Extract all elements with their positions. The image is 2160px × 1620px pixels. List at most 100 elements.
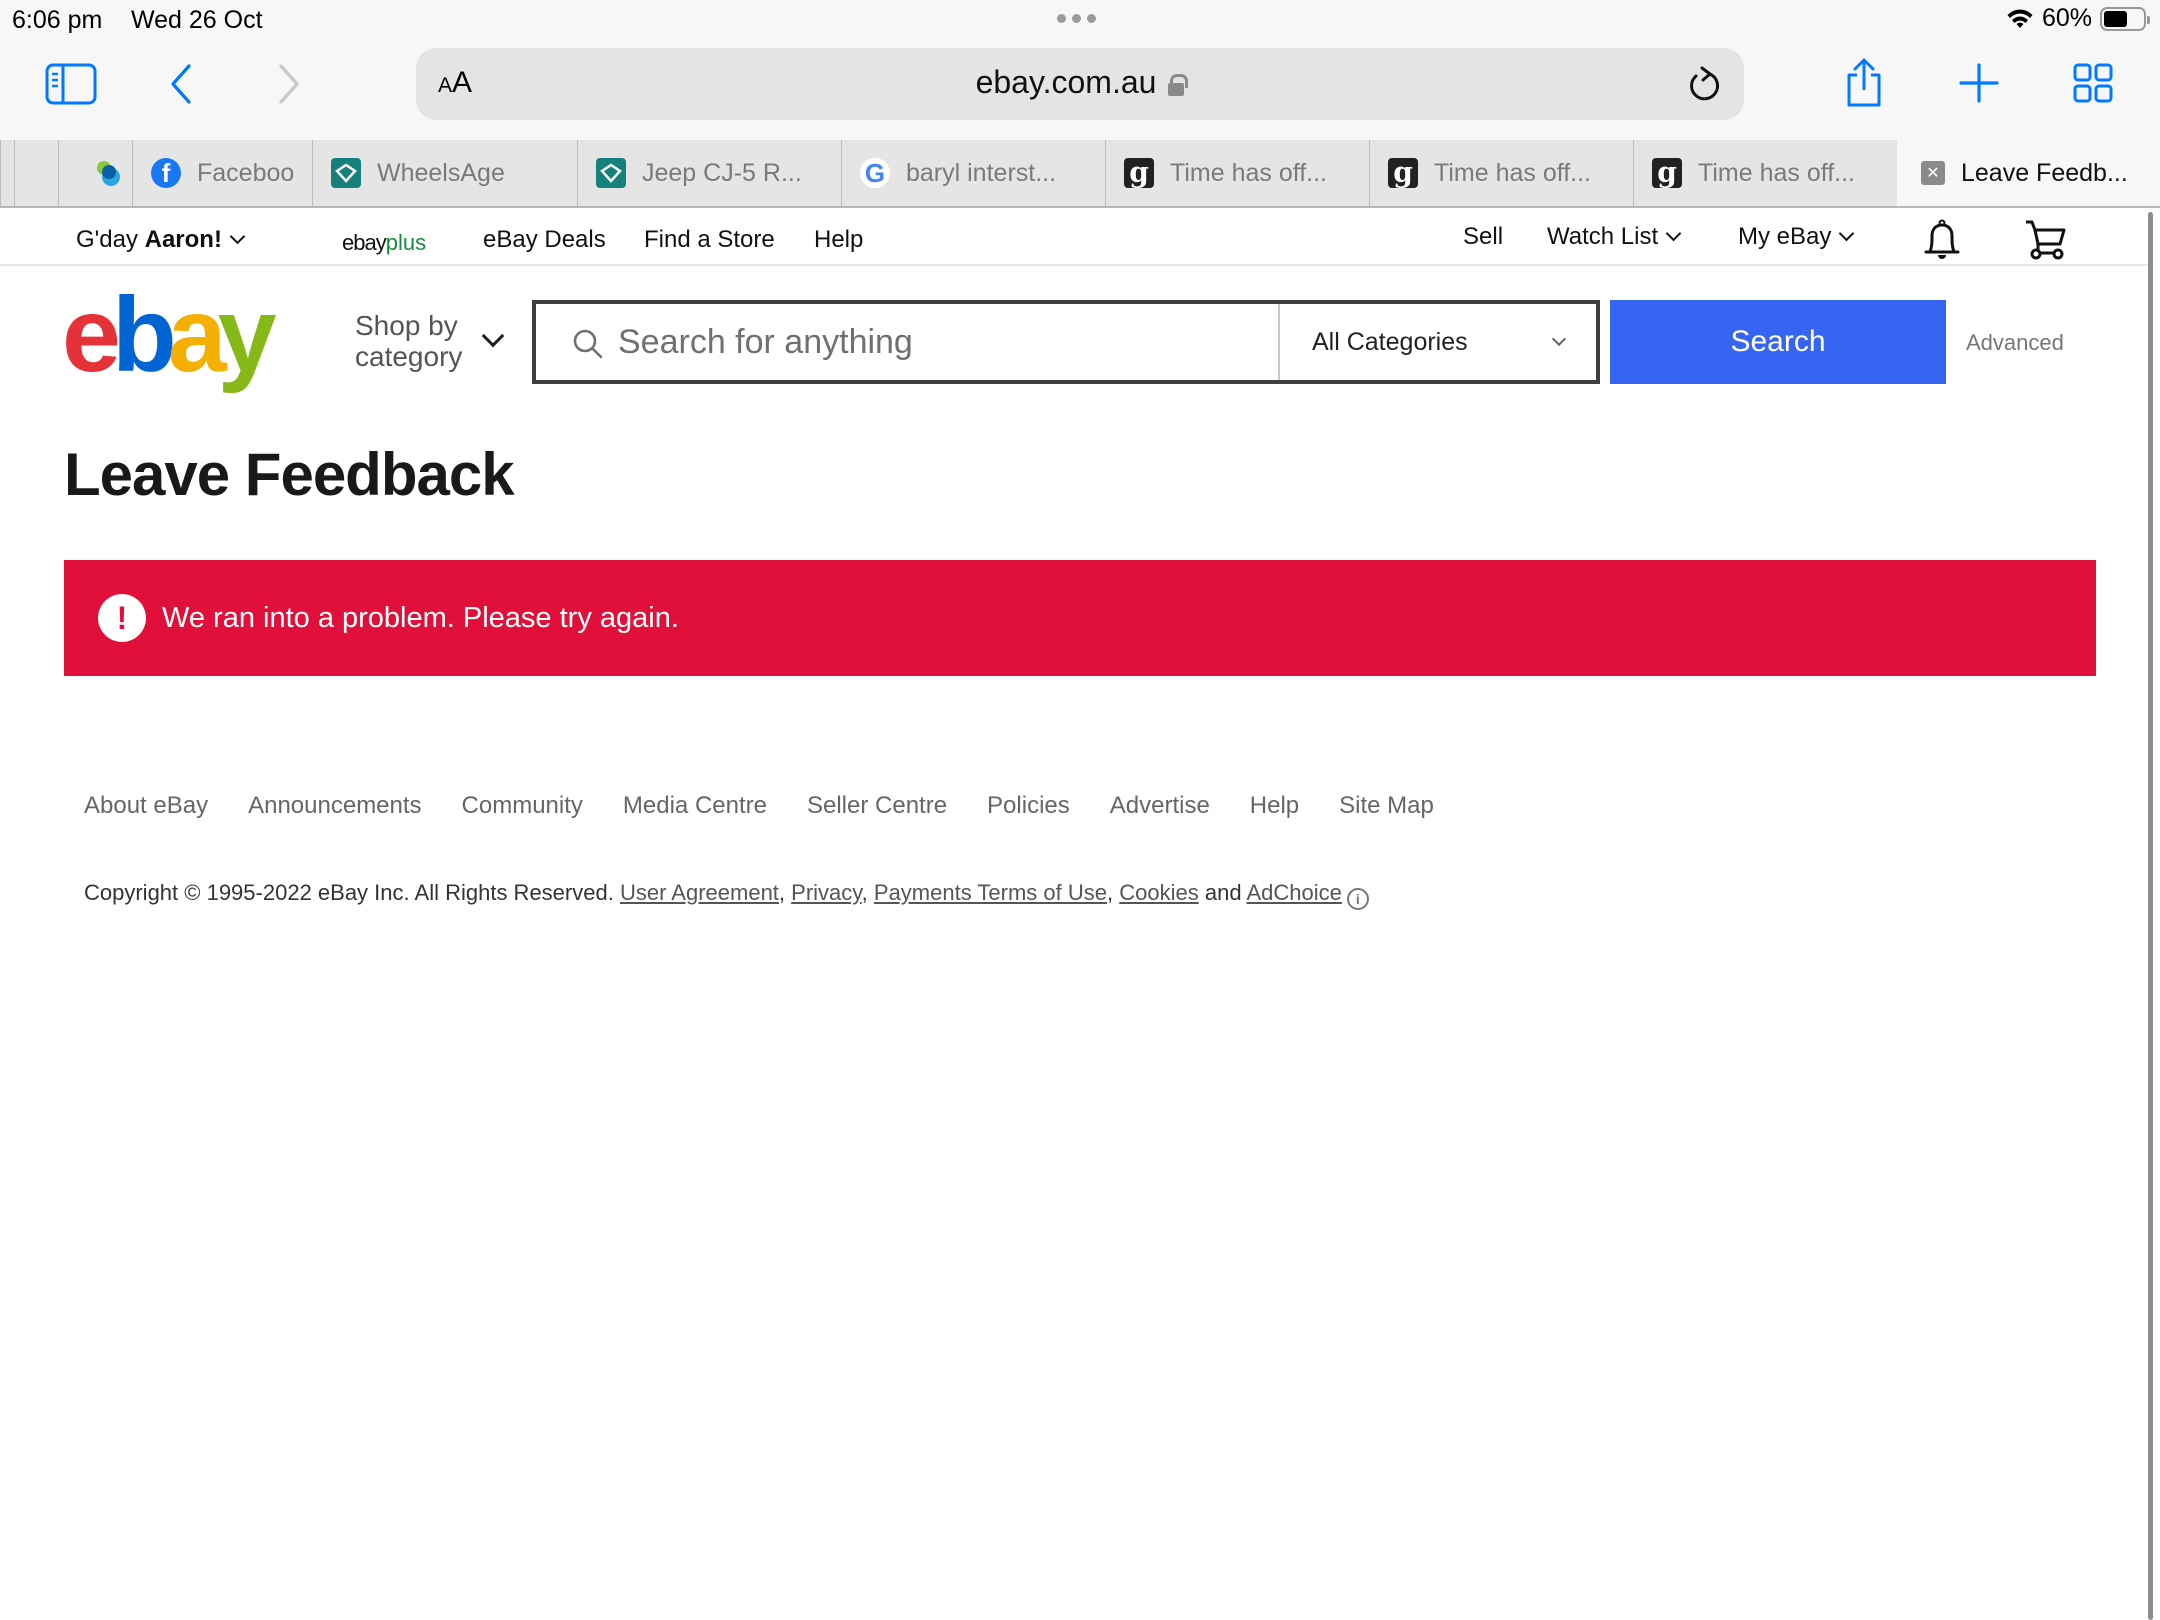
footer-link-media-centre[interactable]: Media Centre: [623, 792, 767, 820]
tab-item[interactable]: g Time has off...: [1633, 140, 1897, 206]
page-scrollbar[interactable]: [2148, 212, 2153, 1620]
tab-item[interactable]: [14, 140, 58, 206]
multitasking-dots-icon[interactable]: [1057, 14, 1096, 23]
chevron-down-icon: [1665, 225, 1682, 242]
help-link[interactable]: Help: [814, 226, 863, 254]
page-title: Leave Feedback: [64, 441, 515, 508]
sidebar-icon[interactable]: [44, 62, 98, 106]
search-field[interactable]: [536, 304, 1280, 380]
ebay-header-search-row: ebay Shop bycategory All Categories Sear…: [0, 266, 2148, 406]
chevron-down-icon: [229, 228, 246, 245]
cart-icon: [2026, 220, 2066, 260]
footer-links: About eBay Announcements Community Media…: [84, 792, 1434, 820]
category-select[interactable]: All Categories: [1280, 304, 1596, 380]
search-icon: [573, 329, 603, 359]
tab-label: baryl interst...: [906, 158, 1057, 187]
and-text: and: [1204, 880, 1242, 905]
ebay-top-nav: G'day Aaron! ebayplus eBay Deals Find a …: [0, 208, 2148, 266]
status-date: Wed 26 Oct: [131, 6, 263, 34]
grid-icon: [2073, 63, 2113, 103]
watch-list-menu[interactable]: Watch List: [1547, 223, 1682, 251]
alert-message: We ran into a problem. Please try again.: [162, 601, 679, 634]
tab-item[interactable]: [0, 140, 14, 206]
url-text: ebay.com.au: [975, 64, 1157, 100]
ebay-logo[interactable]: ebay: [62, 282, 277, 388]
tab-label: WheelsAge: [377, 158, 505, 187]
tab-item[interactable]: Jeep CJ-5 R...: [577, 140, 841, 206]
user-agreement-link[interactable]: User Agreement: [620, 880, 779, 905]
advanced-search-link[interactable]: Advanced: [1966, 330, 2064, 356]
search-form: All Categories: [532, 300, 1600, 384]
address-bar[interactable]: AA ebay.com.au: [416, 48, 1744, 120]
share-icon: [1847, 58, 1881, 107]
close-tab-icon[interactable]: ✕: [1921, 161, 1945, 185]
footer-link-announcements[interactable]: Announcements: [248, 792, 421, 820]
tab-label: Time has off...: [1698, 158, 1856, 187]
tab-item-active[interactable]: ✕ Leave Feedb...: [1897, 140, 2160, 206]
browser-toolbar: AA ebay.com.au: [0, 46, 2160, 140]
footer-link-about-ebay[interactable]: About eBay: [84, 792, 208, 820]
payments-terms-link[interactable]: Payments Terms of Use: [874, 880, 1107, 905]
new-tab-button[interactable]: [1958, 62, 2000, 104]
footer-link-help[interactable]: Help: [1250, 792, 1299, 820]
tab-item[interactable]: G baryl interst...: [841, 140, 1105, 206]
privacy-link[interactable]: Privacy: [791, 880, 862, 905]
chevron-right-icon: [279, 64, 299, 104]
plus-icon: [1959, 63, 1999, 103]
tab-overview-button[interactable]: [2072, 62, 2114, 104]
tab-item[interactable]: [58, 140, 132, 206]
shop-by-category-button[interactable]: Shop by category: [355, 310, 462, 372]
sell-link[interactable]: Sell: [1463, 223, 1503, 251]
bell-icon: [1924, 219, 1960, 259]
copyright-text: Copyright © 1995-2022 eBay Inc. All Righ…: [84, 880, 614, 905]
forward-button[interactable]: [274, 62, 304, 106]
tab-item[interactable]: WheelsAge: [312, 140, 577, 206]
cookies-link[interactable]: Cookies: [1119, 880, 1198, 905]
google-icon: G: [860, 158, 890, 188]
back-button[interactable]: [166, 62, 196, 106]
facebook-icon: f: [151, 158, 181, 188]
adchoice-link[interactable]: AdChoice: [1246, 880, 1341, 905]
wifi-icon: [2007, 9, 2033, 28]
tab-item[interactable]: g Time has off...: [1105, 140, 1369, 206]
tab-label: Jeep CJ-5 R...: [642, 158, 802, 187]
ebayplus-link[interactable]: ebayplus: [342, 230, 426, 256]
ebay-deals-link[interactable]: eBay Deals: [483, 226, 606, 254]
wheelsage-icon: [331, 158, 361, 188]
tab-label: Leave Feedb...: [1961, 158, 2128, 187]
footer-link-seller-centre[interactable]: Seller Centre: [807, 792, 947, 820]
gizmodo-icon: g: [1652, 158, 1682, 188]
my-ebay-menu[interactable]: My eBay: [1738, 223, 1855, 251]
status-indicators: 60%: [2006, 4, 2150, 33]
status-time: 6:06 pm: [12, 6, 103, 34]
cart-button[interactable]: [2024, 218, 2068, 269]
battery-percent: 60%: [2041, 4, 2092, 32]
copyright-line: Copyright © 1995-2022 eBay Inc. All Righ…: [84, 880, 1369, 910]
lock-icon: [1168, 74, 1189, 96]
wheelsage-icon: [596, 158, 626, 188]
share-button[interactable]: [1842, 56, 1886, 110]
chevron-down-icon: [1551, 331, 1567, 347]
category-select-value: All Categories: [1312, 328, 1468, 356]
tab-item[interactable]: f Faceboo: [132, 140, 312, 206]
adchoice-info-icon[interactable]: i: [1346, 888, 1369, 910]
reload-button[interactable]: [1686, 64, 1722, 109]
footer-link-policies[interactable]: Policies: [987, 792, 1070, 820]
find-a-store-link[interactable]: Find a Store: [644, 226, 775, 254]
footer-link-advertise[interactable]: Advertise: [1110, 792, 1210, 820]
alert-icon: !: [98, 594, 146, 642]
tab-label: Time has off...: [1434, 158, 1592, 187]
chevron-down-icon[interactable]: [481, 324, 505, 348]
footer-link-site-map[interactable]: Site Map: [1339, 792, 1434, 820]
tab-bar: f Faceboo WheelsAge Jeep CJ-5 R... G bar…: [0, 140, 2160, 208]
footer-link-community[interactable]: Community: [462, 792, 583, 820]
chevron-down-icon: [1839, 225, 1855, 242]
greeting-menu[interactable]: G'day Aaron!: [76, 226, 246, 254]
url-display[interactable]: ebay.com.au: [416, 64, 1744, 101]
tab-item[interactable]: g Time has off...: [1369, 140, 1633, 206]
search-input[interactable]: [618, 304, 1268, 380]
tab-label: Faceboo: [197, 158, 295, 187]
gizmodo-icon: g: [1124, 158, 1154, 188]
search-button[interactable]: Search: [1610, 300, 1946, 384]
notifications-button[interactable]: [1922, 218, 1962, 269]
